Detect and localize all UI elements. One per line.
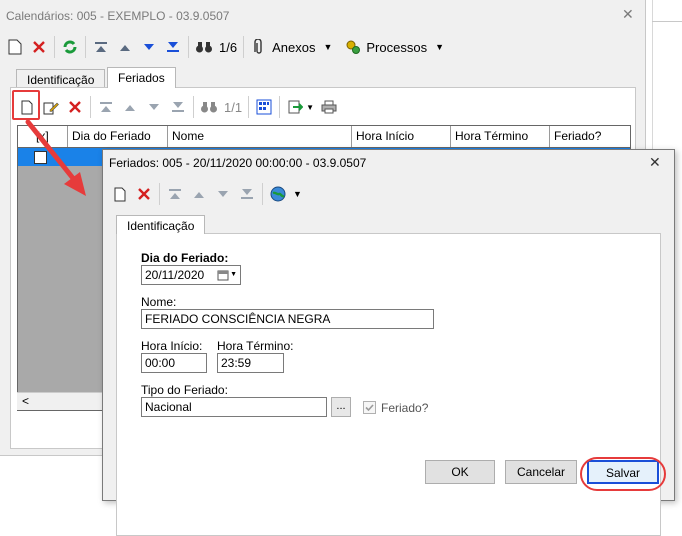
new-record-highlight [12,90,40,120]
save-button-highlight [580,457,666,491]
scroll-left-button[interactable]: < [22,394,29,408]
grid-record-counter: 1/1 [224,99,243,115]
identification-panel: Dia do Feriado: 20/11/2020 ▼ Nome: FERIA… [116,233,661,536]
toolbar-separator [90,96,91,118]
column-header-hora-termino[interactable]: Hora Término [451,126,550,147]
window-title: Calendários: 005 - EXEMPLO - 03.9.0507 [6,9,230,23]
chevron-down-icon: ▼ [230,271,237,278]
tab-identificacao-dialog[interactable]: Identificação [116,215,206,234]
holiday-type-field[interactable]: Nacional [141,397,327,417]
next-record-icon[interactable] [214,185,232,203]
start-time-field[interactable]: 00:00 [141,353,207,373]
binoculars-icon[interactable] [200,98,218,116]
globe-menu-button[interactable]: ▼ [269,185,302,203]
annotation-arrow [25,119,86,196]
new-document-icon[interactable] [111,185,129,203]
delete-icon[interactable] [66,98,84,116]
ok-button[interactable]: OK [425,460,495,484]
last-record-icon[interactable] [169,98,187,116]
tab-feriados[interactable]: Feriados [107,67,176,88]
first-record-icon[interactable] [166,185,184,203]
binoculars-icon[interactable] [195,38,213,56]
name-label: Nome: [141,295,177,309]
horizontal-scrollbar[interactable]: < [17,392,107,410]
grid-header: [x] Dia do Feriado Nome Hora Início Hora… [18,126,630,148]
holiday-date-value: 20/11/2020 [145,268,205,282]
name-field[interactable]: FERIADO CONSCIÊNCIA NEGRA [141,309,434,329]
column-header-nome[interactable]: Nome [168,126,352,147]
attachments-label: Anexos [272,39,316,55]
background-border [652,21,682,22]
edit-record-icon[interactable] [42,98,60,116]
processes-button[interactable]: Processos ▼ [344,38,444,56]
end-time-field[interactable]: 23:59 [217,353,284,373]
holiday-type-label: Tipo do Feriado: [141,383,228,397]
dialog-close-button[interactable]: ✕ [649,154,661,171]
checkmark-icon [365,404,374,412]
end-time-label: Hora Término: [217,339,294,353]
chevron-down-icon: ▼ [306,102,314,112]
paperclip-icon [250,38,268,56]
toolbar-separator [262,183,263,205]
last-record-icon[interactable] [238,185,256,203]
previous-record-icon[interactable] [190,185,208,203]
first-record-icon[interactable] [97,98,115,116]
dialog-toolbar: ▼ [111,183,302,205]
grid-toolbar: 1/1 ▼ [18,96,338,118]
refresh-icon[interactable] [61,38,79,56]
holiday-checkbox-label: Feriado? [381,401,429,415]
next-record-icon[interactable] [145,98,163,116]
first-record-icon[interactable] [92,38,110,56]
export-button[interactable]: ▼ [286,98,314,116]
holiday-date-label: Dia do Feriado: [141,251,229,265]
toolbar-separator [193,96,194,118]
chevron-down-icon: ▼ [323,42,333,52]
toolbar-separator [248,96,250,118]
dialog-title: Feriados: 005 - 20/11/2020 00:00:00 - 03… [109,156,367,170]
column-header-feriado[interactable]: Feriado? [550,126,630,147]
delete-icon[interactable] [30,38,48,56]
toolbar-separator [54,36,55,58]
last-record-icon[interactable] [164,38,182,56]
calendar-icon [217,270,229,281]
chevron-down-icon: ▼ [435,42,444,52]
export-icon [286,98,304,116]
column-header-hora-inicio[interactable]: Hora Início [352,126,451,147]
holiday-checkbox[interactable] [363,401,376,414]
holiday-date-field[interactable]: 20/11/2020 ▼ [141,265,241,285]
record-counter: 1/6 [219,39,238,55]
tab-identificacao[interactable]: Identificação [16,69,106,88]
main-toolbar: 1/6 Anexos ▼ Processos ▼ [6,36,444,58]
gears-icon [344,38,362,56]
calendar-dropdown-button[interactable]: ▼ [217,266,240,284]
delete-icon[interactable] [135,185,153,203]
start-time-label: Hora Início: [141,339,203,353]
processes-label: Processos [366,39,428,55]
toolbar-separator [188,36,189,58]
chevron-down-icon: ▼ [293,189,302,199]
columns-grid-icon[interactable] [255,98,273,116]
toolbar-separator [279,96,281,118]
toolbar-separator [243,36,245,58]
cancel-button[interactable]: Cancelar [505,460,577,484]
printer-icon[interactable] [320,98,338,116]
toolbar-separator [85,36,86,58]
previous-record-icon[interactable] [121,98,139,116]
new-document-icon[interactable] [6,38,24,56]
globe-icon [269,185,287,203]
attachments-button[interactable]: Anexos ▼ [250,38,332,56]
holiday-dialog: Feriados: 005 - 20/11/2020 00:00:00 - 03… [102,149,675,536]
previous-record-icon[interactable] [116,38,134,56]
next-record-icon[interactable] [140,38,158,56]
toolbar-separator [159,183,160,205]
window-close-button[interactable]: ✕ [622,6,634,23]
holiday-type-lookup-button[interactable]: ... [331,397,351,417]
